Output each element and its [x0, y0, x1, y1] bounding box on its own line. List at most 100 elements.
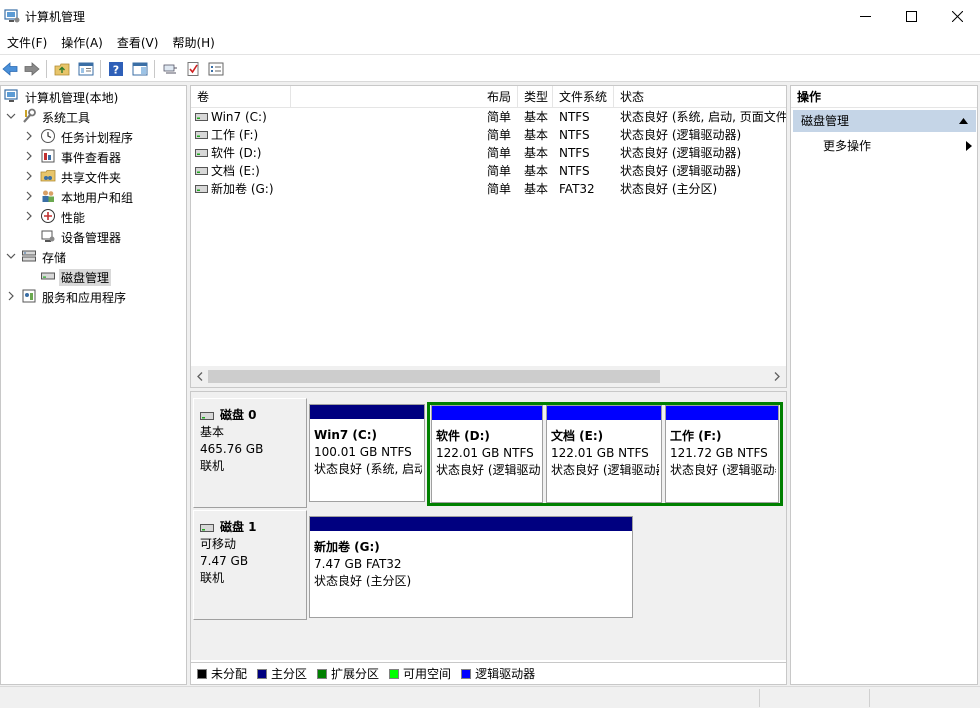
chevron-down-icon[interactable]: [5, 110, 17, 122]
tree-item-label: 系统工具: [42, 111, 91, 125]
title-bar: 计算机管理: [0, 0, 980, 32]
partition-g[interactable]: 新加卷 (G:) 7.47 GB FAT32 状态良好 (主分区): [309, 516, 633, 618]
menu-view[interactable]: 查看(V): [110, 32, 166, 54]
column-header[interactable]: 卷: [191, 86, 291, 108]
partition-c[interactable]: Win7 (C:) 100.01 GB NTFS 状态良好 (系统, 启动, 页…: [309, 404, 425, 502]
svg-text:?: ?: [113, 64, 119, 77]
legend-item: 主分区: [257, 665, 307, 682]
show-hide-tree-button[interactable]: [76, 59, 96, 79]
table-cell: 状态良好 (系统, 启动, 页面文件, 活动, 故障转储, 主分区): [620, 110, 787, 124]
partition-d[interactable]: 软件 (D:) 122.01 GB NTFS 状态良好 (逻辑驱动器): [431, 405, 543, 503]
menu-file[interactable]: 文件(F): [0, 32, 54, 54]
logical-drive-bar: [547, 406, 661, 420]
up-folder-icon: [54, 63, 70, 76]
disk-0-name: 磁盘 0: [220, 408, 257, 422]
more-actions[interactable]: 更多操作: [823, 136, 973, 156]
close-button[interactable]: [934, 0, 980, 32]
table-row[interactable]: 文档 (E:)简单基本NTFS状态良好 (逻辑驱动器)122.01 GB: [191, 162, 786, 180]
properties-button[interactable]: [206, 59, 226, 79]
table-cell: 基本: [524, 164, 549, 178]
table-cell: 状态良好 (逻辑驱动器): [620, 128, 742, 142]
table-cell: Win7 (C:): [211, 110, 267, 124]
tree-item[interactable]: 设备管理器: [1, 226, 187, 246]
disk-1-name: 磁盘 1: [220, 520, 257, 534]
disk-1-name-row: 磁盘 1: [200, 519, 306, 536]
column-header[interactable]: 布局: [481, 86, 518, 108]
table-cell: 简单: [487, 110, 512, 124]
tree-item[interactable]: 服务和应用程序: [1, 286, 187, 306]
legend-item: 扩展分区: [317, 665, 379, 682]
close-icon: [951, 10, 963, 22]
disk-icon: [200, 411, 214, 420]
partition-d-detail: 122.01 GB NTFS: [436, 446, 534, 460]
scrollbar-thumb[interactable]: [208, 370, 660, 383]
tree-item-label: 本地用户和组: [61, 191, 134, 205]
tree-item[interactable]: 存储: [1, 246, 187, 266]
table-cell: NTFS: [559, 164, 590, 178]
help-icon: ?: [109, 62, 123, 77]
up-folder-button[interactable]: [52, 59, 72, 79]
help-button[interactable]: ?: [106, 59, 126, 79]
tree-item[interactable]: 任务计划程序: [1, 126, 187, 146]
menu-help[interactable]: 帮助(H): [165, 32, 221, 54]
legend-label: 未分配: [211, 667, 248, 681]
actions-pane: 操作 磁盘管理 更多操作: [790, 85, 978, 685]
column-header[interactable]: 状态: [614, 86, 786, 108]
status-bar: [0, 686, 980, 708]
partition-c-name: Win7 (C:): [314, 428, 377, 442]
tree-item[interactable]: 事件查看器: [1, 146, 187, 166]
partition-e[interactable]: 文档 (E:) 122.01 GB NTFS 状态良好 (逻辑驱动器): [546, 405, 662, 503]
disk-0-size: 465.76 GB: [200, 442, 264, 456]
tree-item[interactable]: 共享文件夹: [1, 166, 187, 186]
chevron-right-icon: [774, 372, 780, 381]
minimize-button[interactable]: [842, 0, 888, 32]
table-cell: 状态良好 (逻辑驱动器): [620, 146, 742, 160]
chevron-right-icon[interactable]: [23, 170, 35, 182]
table-row[interactable]: 工作 (F:)简单基本NTFS状态良好 (逻辑驱动器)121.72 GB: [191, 126, 786, 144]
partition-f[interactable]: 工作 (F:) 121.72 GB NTFS 状态良好 (逻辑驱动器): [665, 405, 779, 503]
maximize-button[interactable]: [888, 0, 934, 32]
partition-e-name: 文档 (E:): [551, 429, 604, 443]
shared-folder-icon: [40, 170, 56, 182]
scroll-right-button[interactable]: [771, 370, 783, 383]
scroll-left-button[interactable]: [194, 370, 206, 383]
tree-item[interactable]: 计算机管理(本地): [1, 86, 187, 106]
action-pane-button[interactable]: [130, 59, 150, 79]
connect-button[interactable]: [160, 59, 180, 79]
table-cell: 简单: [487, 164, 512, 178]
chevron-right-icon[interactable]: [5, 290, 17, 302]
table-cell: 状态良好 (主分区): [620, 182, 718, 196]
chevron-left-icon: [197, 372, 203, 381]
partition-f-detail: 121.72 GB NTFS: [670, 446, 768, 460]
horizontal-scrollbar[interactable]: [191, 366, 786, 387]
disk-icon: [200, 523, 214, 532]
partition-e-detail: 122.01 GB NTFS: [551, 446, 649, 460]
tree-item[interactable]: 性能: [1, 206, 187, 226]
checklist-button[interactable]: [183, 59, 203, 79]
chevron-down-icon[interactable]: [5, 250, 17, 262]
column-header[interactable]: 类型: [518, 86, 553, 108]
system-tools-icon: [23, 108, 36, 123]
table-row[interactable]: 新加卷 (G:)简单基本FAT32状态良好 (主分区)7.46 GB: [191, 180, 786, 198]
chevron-right-icon[interactable]: [23, 190, 35, 202]
disk-0-label[interactable]: 磁盘 0 基本 465.76 GB 联机: [193, 398, 307, 508]
disk-0-name-row: 磁盘 0: [200, 407, 306, 424]
forward-button[interactable]: [22, 59, 42, 79]
table-row[interactable]: 软件 (D:)简单基本NTFS状态良好 (逻辑驱动器)122.01 GB: [191, 144, 786, 162]
chevron-right-icon[interactable]: [23, 150, 35, 162]
tree-item[interactable]: 磁盘管理: [1, 266, 187, 286]
tree-item[interactable]: 系统工具: [1, 106, 187, 126]
column-header[interactable]: 文件系统: [553, 86, 614, 108]
back-button[interactable]: [0, 59, 20, 79]
tree-item-label: 设备管理器: [61, 231, 122, 245]
tree-item-label: 事件查看器: [61, 151, 122, 165]
chevron-right-icon[interactable]: [23, 210, 35, 222]
tree-item[interactable]: 本地用户和组: [1, 186, 187, 206]
disk-1-label[interactable]: 磁盘 1 可移动 7.47 GB 联机: [193, 510, 307, 620]
tree-item-label: 存储: [42, 251, 67, 265]
collapse-up-icon: [959, 118, 968, 124]
actions-section-disk-management[interactable]: 磁盘管理: [793, 110, 976, 132]
menu-action[interactable]: 操作(A): [54, 32, 110, 54]
table-row[interactable]: Win7 (C:) 简单基本 NTFS 状态良好 (系统, 启动, 页面文件, 活动,…: [191, 108, 787, 126]
chevron-right-icon[interactable]: [23, 130, 35, 142]
